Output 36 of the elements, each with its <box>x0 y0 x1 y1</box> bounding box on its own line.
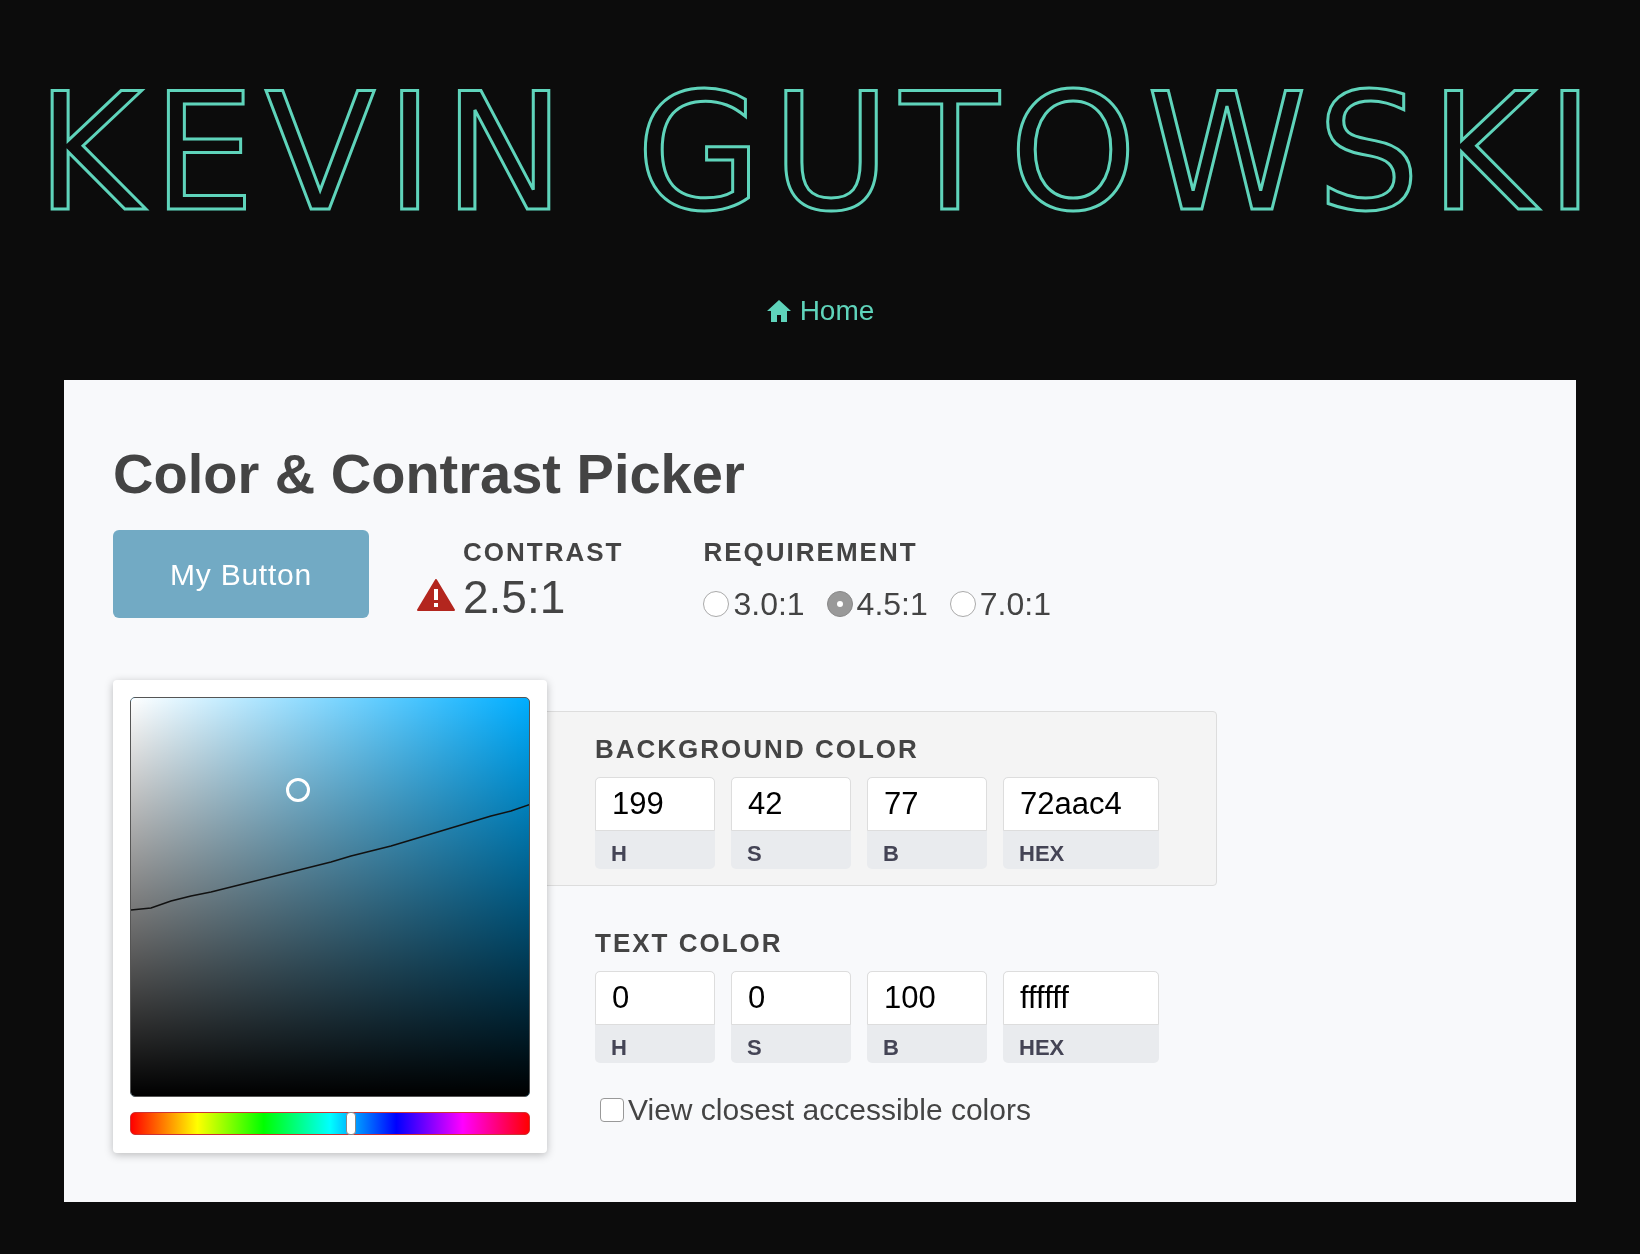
input-field[interactable]: 77 <box>867 777 987 831</box>
color-cursor[interactable] <box>286 777 311 802</box>
input-field[interactable]: 42 <box>731 777 851 831</box>
section-heading: TEXT COLOR <box>595 927 784 960</box>
nav-link[interactable]: Home <box>765 290 875 332</box>
contrast-ratio: 2.5:1 <box>463 574 566 620</box>
field-label: H <box>610 840 628 868</box>
field-label: S <box>746 840 763 868</box>
contrast-label: CONTRAST <box>462 536 624 569</box>
section-heading: BACKGROUND COLOR <box>595 733 920 766</box>
input-field[interactable]: 72aac4 <box>1003 777 1159 831</box>
field-label: H <box>610 1034 628 1062</box>
radio-button[interactable] <box>703 591 730 617</box>
field-label: B <box>882 840 900 868</box>
checkbox[interactable] <box>600 1097 624 1122</box>
radio-button[interactable] <box>949 591 976 617</box>
saturation-brightness-area[interactable] <box>130 697 530 1097</box>
radio-option[interactable]: 7.0:1 <box>949 580 1051 628</box>
field-label: B <box>882 1034 900 1062</box>
input-field[interactable]: 0 <box>595 971 715 1025</box>
input-field[interactable]: 0 <box>731 971 851 1025</box>
hue-slider[interactable] <box>130 1112 530 1135</box>
home-icon <box>765 299 792 323</box>
field-label: HEX <box>1018 840 1066 868</box>
requirement-label: REQUIREMENT <box>703 536 919 569</box>
input-field[interactable]: ffffff <box>1003 971 1159 1025</box>
radio-option[interactable]: 4.5:1 <box>826 580 928 628</box>
field-label: S <box>746 1034 763 1062</box>
radio-option[interactable]: 3.0:1 <box>703 580 805 628</box>
site-logo[interactable]: KEVIN GUTOWSKI <box>36 72 1604 234</box>
checkbox-option[interactable]: View closest accessible colors <box>600 1087 1217 1132</box>
page-title: Color & Contrast Picker <box>113 446 746 502</box>
radio-button[interactable] <box>826 591 853 617</box>
field-label: HEX <box>1018 1034 1066 1062</box>
input-field[interactable]: 100 <box>867 971 987 1025</box>
input-field[interactable]: 199 <box>595 777 715 831</box>
